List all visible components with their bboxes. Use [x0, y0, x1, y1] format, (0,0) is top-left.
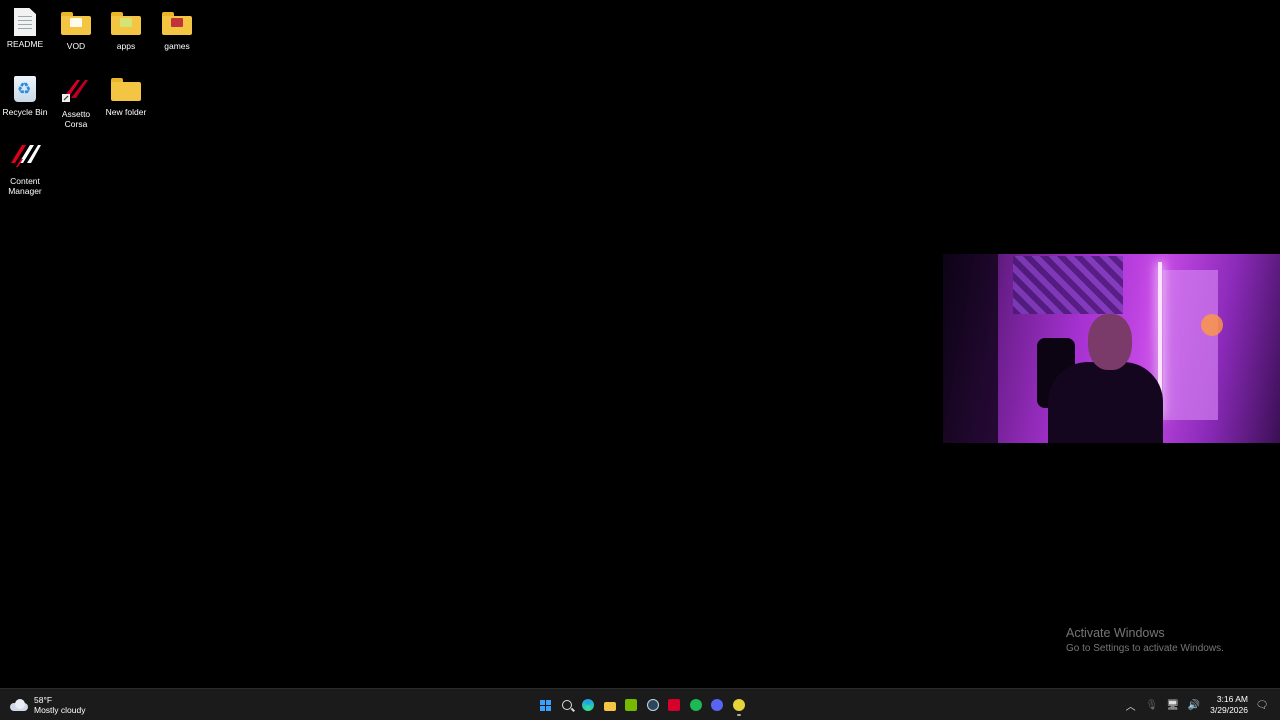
- chevron-up-icon: ︿: [1125, 701, 1136, 713]
- spotify-button[interactable]: [686, 694, 707, 716]
- desktop-icon-label: apps: [116, 41, 136, 51]
- desktop-icon-apps[interactable]: apps: [101, 6, 151, 51]
- speaker-icon: 🔊: [1187, 699, 1200, 711]
- folder-icon: [162, 12, 192, 35]
- door: [1163, 270, 1218, 420]
- watermark-subtitle: Go to Settings to activate Windows.: [1066, 643, 1224, 654]
- assetto-corsa-icon: [668, 699, 681, 711]
- folder-icon: [111, 78, 141, 101]
- clock[interactable]: 3:16 AM 3/29/2026: [1204, 694, 1254, 716]
- lamp: [1201, 314, 1223, 336]
- desktop-icon-games[interactable]: games: [152, 6, 202, 51]
- tapestry: [1013, 256, 1123, 314]
- watermark-title: Activate Windows: [1066, 626, 1165, 640]
- desktop-icon-assetto-corsa[interactable]: Assetto Corsa: [51, 72, 101, 129]
- clock-date: 3/29/2026: [1210, 705, 1248, 715]
- nvidia-icon: [625, 699, 638, 711]
- network-button[interactable]: 🖥: [1162, 693, 1183, 717]
- file-explorer-button[interactable]: [600, 694, 621, 716]
- nvidia-button[interactable]: [621, 694, 642, 716]
- desktop-icon-label: Content Manager: [8, 176, 42, 196]
- desktop-icon-recycle-bin[interactable]: Recycle Bin: [0, 72, 50, 117]
- steam-button[interactable]: [643, 694, 664, 716]
- assetto-corsa-icon: [59, 72, 93, 106]
- shadow: [943, 254, 998, 443]
- folder-icon: [111, 12, 141, 35]
- discord-icon: [711, 699, 724, 711]
- search-icon: [561, 700, 572, 710]
- start-button[interactable]: [535, 694, 556, 716]
- notifications-button[interactable]: 🗨: [1254, 693, 1270, 717]
- desktop-icon-label: games: [164, 41, 190, 51]
- activate-windows-watermark: Activate Windows Go to Settings to activ…: [1066, 626, 1224, 656]
- edge-button[interactable]: [578, 694, 599, 716]
- folder-icon: [603, 701, 616, 711]
- clock-time: 3:16 AM: [1216, 694, 1248, 704]
- desktop-icon-label: Recycle Bin: [2, 107, 48, 117]
- taskbar: 58°F Mostly cloudy ︿ 🎙 🖥 🔊 3:16 AM 3/29/…: [0, 688, 1280, 720]
- recycle-bin-icon: [14, 76, 36, 102]
- network-icon: 🖥: [1166, 699, 1180, 711]
- folder-icon: [61, 12, 91, 35]
- content-manager-icon: [8, 139, 42, 173]
- show-hidden-icons-button[interactable]: ︿: [1120, 693, 1141, 717]
- edge-icon: [582, 699, 595, 711]
- search-button[interactable]: [557, 694, 578, 716]
- windows-logo-icon: [539, 699, 551, 711]
- system-tray: ︿ 🎙 🖥 🔊 3:16 AM 3/29/2026 🗨: [1120, 693, 1270, 717]
- weather-temp: 58°F: [34, 695, 53, 705]
- desktop-icon-new-folder[interactable]: New folder: [101, 72, 151, 117]
- weather-widget[interactable]: 58°F Mostly cloudy: [10, 694, 86, 716]
- spotify-icon: [689, 699, 702, 711]
- volume-button[interactable]: 🔊: [1183, 693, 1204, 717]
- desktop: README VOD apps games Recycle Bin Assett…: [0, 0, 1280, 688]
- desktop-icon-readme[interactable]: README: [0, 6, 50, 49]
- desktop-icon-content-manager[interactable]: Content Manager: [0, 139, 50, 196]
- weather-condition: Mostly cloudy: [34, 705, 86, 715]
- streamer: [1037, 314, 1163, 443]
- notification-bell-icon: 🗨: [1255, 699, 1269, 711]
- obs-button[interactable]: [729, 694, 750, 716]
- desktop-icon-vod[interactable]: VOD: [51, 6, 101, 51]
- microphone-button[interactable]: 🎙: [1141, 693, 1162, 717]
- taskbar-apps: [535, 694, 749, 716]
- webcam-overlay: [943, 254, 1280, 443]
- assetto-corsa-button[interactable]: [664, 694, 685, 716]
- microphone-icon: 🎙: [1145, 699, 1159, 711]
- desktop-icon-label: Assetto Corsa: [61, 109, 91, 129]
- obs-icon: [732, 699, 745, 711]
- document-icon: [14, 8, 36, 36]
- desktop-icon-label: New folder: [105, 107, 147, 117]
- desktop-icon-label: README: [6, 39, 44, 49]
- steam-icon: [646, 699, 659, 711]
- cloud-icon: [10, 699, 28, 711]
- discord-button[interactable]: [707, 694, 728, 716]
- desktop-icon-label: VOD: [66, 41, 86, 51]
